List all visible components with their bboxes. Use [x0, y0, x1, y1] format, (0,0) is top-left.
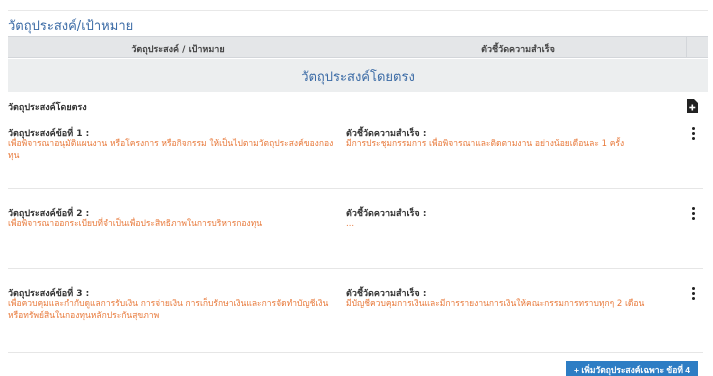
table-header: วัตถุประสงค์ / เป้าหมาย ตัวชี้วัดความสำเ…: [8, 36, 708, 58]
objective-item-1: วัตถุประสงค์ข้อที่ 1 : เพื่อพิจารณาอนุมั…: [8, 126, 708, 190]
objective-text: เพื่อพิจารณาอนุมัติแผนงาน หรือโครงการ หร…: [8, 139, 334, 161]
vertical-ellipsis-icon[interactable]: [688, 126, 698, 140]
kpi-text: มีการประชุมกรรมการ เพื่อพิจารณาและติดตาม…: [346, 139, 625, 149]
item-divider: [8, 268, 703, 269]
objective-text: เพื่อพิจารณาออกระเบียบที่จำเป็นเพื่อประส…: [8, 219, 263, 229]
kpi-text: ...: [346, 219, 355, 229]
item-divider: [8, 352, 703, 353]
section-title: วัตถุประสงค์/เป้าหมาย: [8, 19, 134, 34]
top-divider: [8, 10, 708, 11]
add-document-icon[interactable]: [686, 98, 698, 113]
item-divider: [8, 188, 703, 189]
group-title-bar: วัตถุประสงค์โดยตรง: [8, 59, 708, 92]
vertical-ellipsis-icon[interactable]: [688, 286, 698, 300]
header-objective: วัตถุประสงค์ / เป้าหมาย: [131, 45, 225, 55]
objective-item-3: วัตถุประสงค์ข้อที่ 3 : เพื่อควบคุมและกำก…: [8, 286, 708, 356]
add-objective-button[interactable]: + เพิ่มวัตถุประสงค์เฉพาะ ข้อที่ 4: [566, 361, 699, 376]
header-actions-cell: [686, 37, 708, 57]
kpi-text: มีบัญชีควบคุมการเงินและมีการรายงานการเงิ…: [346, 299, 645, 309]
vertical-ellipsis-icon[interactable]: [688, 206, 698, 220]
header-kpi: ตัวชี้วัดความสำเร็จ: [481, 45, 555, 55]
objective-item-2: วัตถุประสงค์ข้อที่ 2 : เพื่อพิจารณาออกระ…: [8, 206, 708, 270]
group-label: วัตถุประสงค์โดยตรง: [8, 103, 87, 113]
objective-text: เพื่อควบคุมและกำกับดูแลการรับเงิน การจ่า…: [8, 299, 329, 321]
